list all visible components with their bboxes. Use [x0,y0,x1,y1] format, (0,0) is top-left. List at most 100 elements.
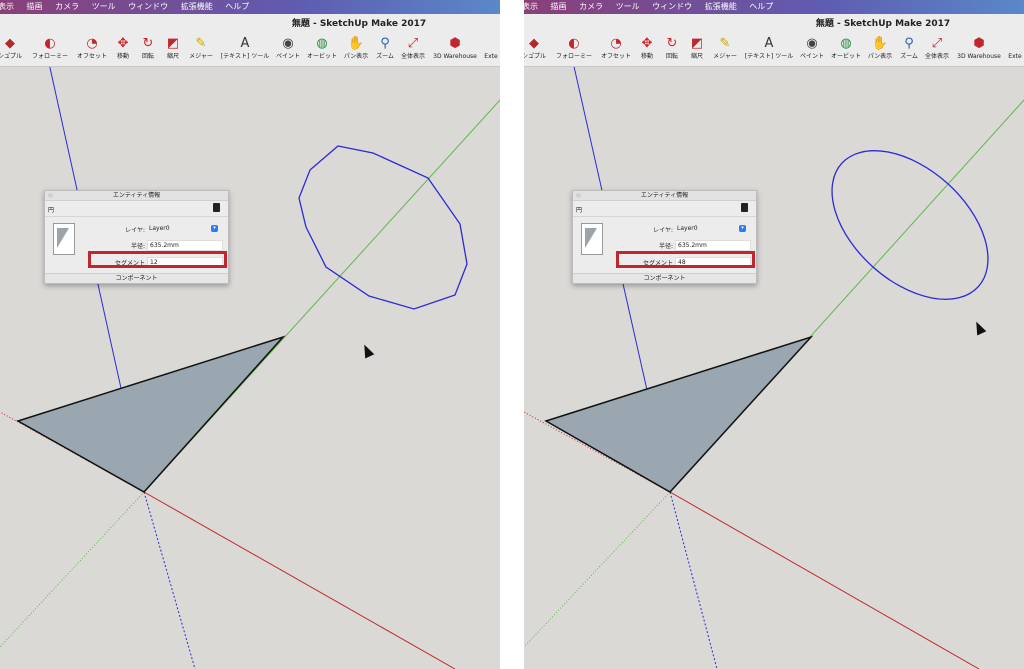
text-icon: A [240,36,250,51]
window-title: 無題 - SketchUp Make 2017 [815,19,951,29]
components-section[interactable]: コンポーネント [573,273,756,283]
orbit-icon: ◍ [840,36,852,51]
tool-pan[interactable]: ✋ パン表示 [341,35,371,65]
menu-help[interactable]: ヘルプ [225,2,249,11]
model-viewport[interactable] [0,67,500,669]
menu-view[interactable]: 表示 [524,2,538,11]
tool-rotate[interactable]: ↻ 回転 [136,35,160,65]
menu-camera[interactable]: カメラ [55,2,79,11]
tool-tape-measure[interactable]: ✎ メジャー [186,35,216,65]
zoom-extents-icon: ⤢ [931,36,943,51]
tool-text[interactable]: A [テキスト] ツール [218,35,272,65]
zoom-icon: ⚲ [380,36,390,51]
material-swatch-icon [585,228,597,248]
tool-offset[interactable]: ◔ オフセット [596,35,636,65]
panel-divider [45,216,228,217]
tool-paint[interactable]: ◉ ペイント [274,35,302,65]
axis-blue-dotted [143,491,196,669]
tool-scale[interactable]: ◩ 縮尺 [160,35,186,65]
move-icon: ✥ [117,36,129,51]
menu-tools[interactable]: ツール [616,2,640,11]
radius-label: 半径: [130,243,145,250]
tool-text[interactable]: A [テキスト] ツール [742,35,796,65]
menu-draw[interactable]: 描画 [551,2,567,11]
tool-rotate[interactable]: ↻ 回転 [660,35,684,65]
entity-type: 円 [576,207,583,214]
panel-close-button[interactable] [576,193,581,198]
menu-extensions[interactable]: 拡張機能 [705,2,737,11]
menu-window[interactable]: ウィンドウ [128,2,168,11]
tool-3d-warehouse[interactable]: ⬢ 3D Warehouse [954,35,1004,65]
menu-window[interactable]: ウィンドウ [652,2,692,11]
move-icon: ✥ [641,36,653,51]
tool-scale[interactable]: ◩ 縮尺 [684,35,710,65]
layer-label: レイヤ: [125,227,145,234]
triangle-face[interactable] [544,335,814,493]
paint-bucket-icon: ◉ [282,36,294,51]
menu-help[interactable]: ヘルプ [749,2,773,11]
menu-extensions[interactable]: 拡張機能 [181,2,213,11]
menu-tools[interactable]: ツール [92,2,116,11]
layer-select[interactable]: Layer0 [675,224,749,233]
tool-sandbox[interactable]: ◆ シュ゚プル [524,35,552,65]
tool-orbit[interactable]: ◍ オービット [304,35,340,65]
axis-red-solid [669,491,980,669]
components-section[interactable]: コンポーネント [45,273,228,283]
material-swatch[interactable] [53,223,75,255]
layer-label: レイヤ: [653,227,673,234]
tool-follow-me[interactable]: ◐ フォローミー [552,35,596,65]
pan-icon: ✋ [347,36,365,51]
menu-view[interactable]: 表示 [0,2,14,11]
panel-close-button[interactable] [48,193,53,198]
tool-zoom-extents[interactable]: ⤢ 全体表示 [398,35,428,65]
tool-follow-me[interactable]: ◐ フォローミー [28,35,72,65]
tool-move[interactable]: ✥ 移動 [110,35,136,65]
circle-12-segments[interactable] [298,145,468,310]
tape-measure-icon: ✎ [719,36,731,51]
tool-sandbox[interactable]: ◆ シュ゚プル [0,35,28,65]
tool-3d-warehouse[interactable]: ⬢ 3D Warehouse [430,35,480,65]
menu-draw[interactable]: 描画 [27,2,43,11]
tool-zoom[interactable]: ⚲ ズーム [372,35,398,65]
rotate-icon: ↻ [666,36,678,51]
model-canvas[interactable] [0,67,500,669]
axis-green-dotted [524,491,671,648]
lock-icon[interactable] [741,203,748,212]
offset-icon: ◔ [86,36,98,51]
offset-icon: ◔ [610,36,622,51]
paint-bucket-icon: ◉ [806,36,818,51]
lock-icon[interactable] [213,203,220,212]
tool-extensions[interactable]: Exte [482,35,500,65]
model-viewport[interactable] [524,67,1024,669]
tool-zoom-extents[interactable]: ⤢ 全体表示 [922,35,952,65]
tool-paint[interactable]: ◉ ペイント [798,35,826,65]
tool-tape-measure[interactable]: ✎ メジャー [710,35,740,65]
tool-extensions[interactable]: Exte [1006,35,1024,65]
segments-highlight [88,251,227,268]
menu-bar: 表示 描画 カメラ ツール ウィンドウ 拡張機能 ヘルプ [524,0,1024,14]
tool-offset[interactable]: ◔ オフセット [72,35,112,65]
text-icon: A [764,36,774,51]
circle-48-segments[interactable] [804,122,1016,328]
model-canvas[interactable] [524,67,1024,669]
layer-select[interactable]: Layer0 [147,224,221,233]
material-swatch[interactable] [581,223,603,255]
tool-orbit[interactable]: ◍ オービット [828,35,864,65]
title-bar: 無題 - SketchUp Make 2017 [0,14,500,35]
triangle-face[interactable] [16,335,286,493]
material-swatch-icon [57,228,69,248]
menu-camera[interactable]: カメラ [579,2,603,11]
toolbar: ◆ シュ゚プル ◐ フォローミー ◔ オフセット ✥ 移動 ↻ 回転 ◩ 縮尺 ✎ メジャー … [524,34,1024,67]
extension-icon [1006,35,1024,52]
tool-pan[interactable]: ✋ パン表示 [865,35,895,65]
tool-move[interactable]: ✥ 移動 [634,35,660,65]
entity-type: 円 [48,207,55,214]
radius-field[interactable]: 635.2mm [675,240,751,251]
tool-zoom[interactable]: ⚲ ズーム [896,35,922,65]
chevron-down-icon[interactable]: ▾ [211,225,218,232]
scale-icon: ◩ [166,36,180,51]
radius-field[interactable]: 635.2mm [147,240,223,251]
follow-me-icon: ◐ [44,36,56,51]
axis-green-dotted [0,491,145,648]
chevron-down-icon[interactable]: ▾ [739,225,746,232]
